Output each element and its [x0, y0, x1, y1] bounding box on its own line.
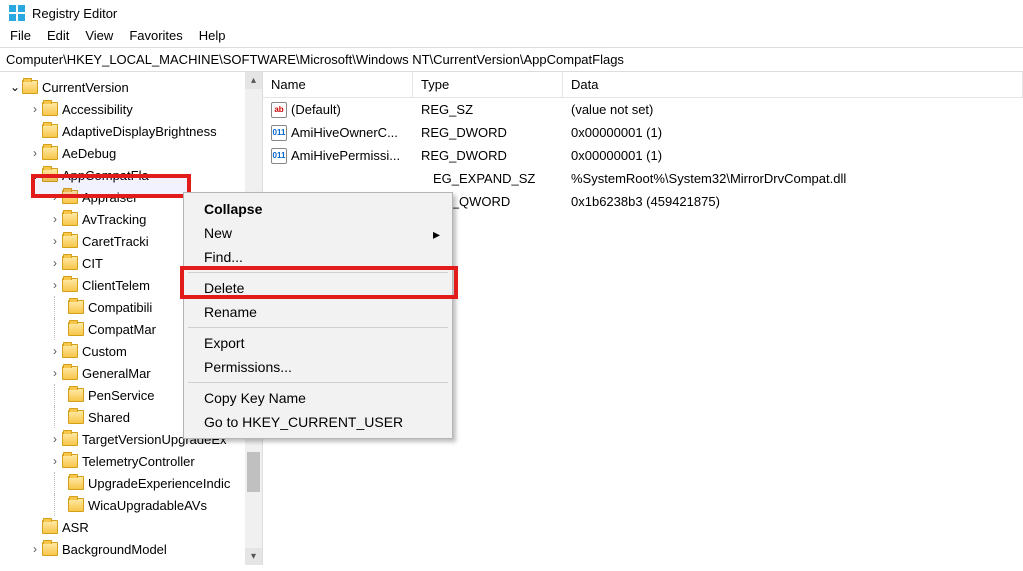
- binary-value-icon: 011: [271, 148, 287, 164]
- binary-value-icon: 011: [271, 125, 287, 141]
- tree-item[interactable]: › TelemetryController: [0, 450, 262, 472]
- chevron-right-icon[interactable]: ›: [28, 147, 42, 159]
- chevron-right-icon[interactable]: ›: [48, 279, 62, 291]
- menu-find[interactable]: Find...: [186, 245, 450, 269]
- folder-icon: [22, 80, 38, 94]
- menu-new[interactable]: New ▸: [186, 221, 450, 245]
- folder-icon: [42, 146, 58, 160]
- string-value-icon: ab: [271, 102, 287, 118]
- chevron-right-icon[interactable]: ›: [48, 345, 62, 357]
- chevron-right-icon[interactable]: ›: [48, 235, 62, 247]
- address-bar[interactable]: Computer\HKEY_LOCAL_MACHINE\SOFTWARE\Mic…: [0, 47, 1023, 72]
- chevron-right-icon[interactable]: ›: [48, 433, 62, 445]
- scroll-down-icon[interactable]: ▾: [245, 548, 262, 565]
- menu-edit[interactable]: Edit: [47, 28, 69, 43]
- folder-icon: [68, 476, 84, 490]
- value-row[interactable]: ab(Default) REG_SZ (value not set): [263, 98, 1023, 121]
- folder-icon: [62, 256, 78, 270]
- folder-icon: [42, 520, 58, 534]
- col-type[interactable]: Type: [413, 72, 563, 97]
- menu-favorites[interactable]: Favorites: [129, 28, 182, 43]
- folder-icon: [68, 300, 84, 314]
- scroll-thumb[interactable]: [247, 452, 260, 492]
- folder-icon: [42, 102, 58, 116]
- folder-icon: [68, 498, 84, 512]
- menu-export[interactable]: Export: [186, 331, 450, 355]
- menu-copy-key-name[interactable]: Copy Key Name: [186, 386, 450, 410]
- folder-icon: [68, 322, 84, 336]
- separator: [188, 272, 448, 273]
- list-header: Name Type Data: [263, 72, 1023, 98]
- chevron-right-icon[interactable]: ›: [48, 257, 62, 269]
- folder-icon: [42, 542, 58, 556]
- chevron-right-icon[interactable]: ›: [48, 367, 62, 379]
- tree-item[interactable]: › BackgroundModel: [0, 538, 262, 560]
- tree-item[interactable]: UpgradeExperienceIndic: [0, 472, 262, 494]
- chevron-right-icon[interactable]: ›: [48, 191, 62, 203]
- tree-item[interactable]: › AeDebug: [0, 142, 262, 164]
- tree-item[interactable]: › AdaptiveDisplayBrightness: [0, 120, 262, 142]
- app-icon: [8, 4, 26, 22]
- folder-icon: [62, 366, 78, 380]
- folder-icon: [62, 432, 78, 446]
- folder-icon: [62, 212, 78, 226]
- scroll-up-icon[interactable]: ▴: [245, 72, 262, 89]
- chevron-right-icon[interactable]: ›: [28, 543, 42, 555]
- folder-icon: [62, 234, 78, 248]
- col-data[interactable]: Data: [563, 72, 1023, 97]
- menu-delete[interactable]: Delete: [186, 276, 450, 300]
- folder-icon: [42, 168, 58, 182]
- value-row[interactable]: 011AmiHiveOwnerC... REG_DWORD 0x00000001…: [263, 121, 1023, 144]
- separator: [188, 382, 448, 383]
- chevron-right-icon[interactable]: ›: [48, 213, 62, 225]
- menu-view[interactable]: View: [85, 28, 113, 43]
- menu-bar: File Edit View Favorites Help: [0, 26, 1023, 47]
- menu-file[interactable]: File: [10, 28, 31, 43]
- window-title: Registry Editor: [32, 6, 117, 21]
- folder-icon: [62, 454, 78, 468]
- value-row[interactable]: EG_EXPAND_SZ %SystemRoot%\System32\Mirro…: [263, 167, 1023, 190]
- title-bar: Registry Editor: [0, 0, 1023, 26]
- tree-item[interactable]: WicaUpgradableAVs: [0, 494, 262, 516]
- menu-permissions[interactable]: Permissions...: [186, 355, 450, 379]
- context-menu: Collapse New ▸ Find... Delete Rename Exp…: [183, 192, 453, 439]
- menu-goto-hkcu[interactable]: Go to HKEY_CURRENT_USER: [186, 410, 450, 434]
- folder-icon: [68, 410, 84, 424]
- menu-collapse[interactable]: Collapse: [186, 197, 450, 221]
- folder-icon: [42, 124, 58, 138]
- tree-item-currentversion[interactable]: ⌄ CurrentVersion: [0, 76, 262, 98]
- chevron-down-icon[interactable]: ⌄: [28, 169, 42, 181]
- value-row[interactable]: 011AmiHivePermissi... REG_DWORD 0x000000…: [263, 144, 1023, 167]
- folder-icon: [68, 388, 84, 402]
- chevron-right-icon[interactable]: ›: [28, 103, 42, 115]
- separator: [188, 327, 448, 328]
- menu-rename[interactable]: Rename: [186, 300, 450, 324]
- folder-icon: [62, 190, 78, 204]
- chevron-down-icon[interactable]: ⌄: [8, 81, 22, 93]
- tree-item[interactable]: › Accessibility: [0, 98, 262, 120]
- tree-item[interactable]: › ASR: [0, 516, 262, 538]
- chevron-right-icon[interactable]: ›: [48, 455, 62, 467]
- folder-icon: [62, 344, 78, 358]
- menu-help[interactable]: Help: [199, 28, 226, 43]
- tree-item-appcompatflags[interactable]: ⌄ AppCompatFla: [0, 164, 262, 186]
- chevron-right-icon: ▸: [433, 226, 440, 243]
- col-name[interactable]: Name: [263, 72, 413, 97]
- folder-icon: [62, 278, 78, 292]
